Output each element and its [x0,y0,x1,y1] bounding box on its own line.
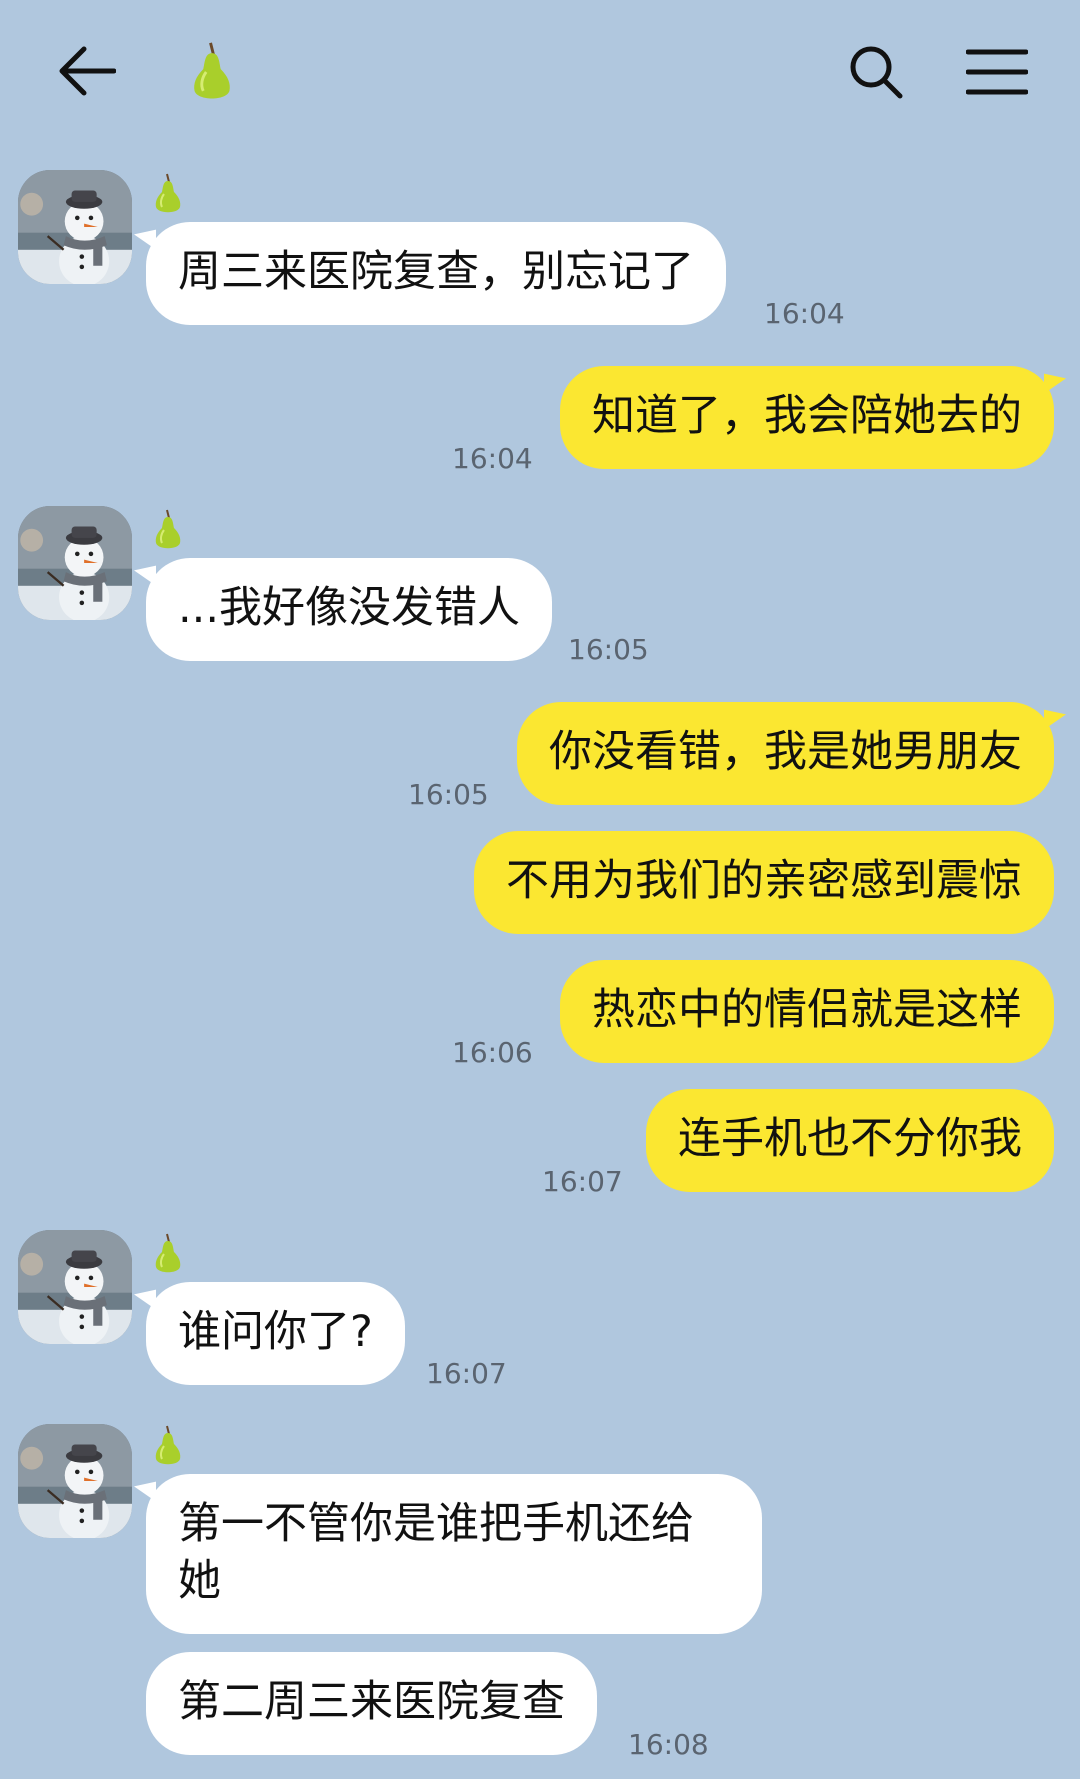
message-text: 谁问你了? [178,1307,373,1357]
message-bubble[interactable]: 你没看错，我是她男朋友 [517,702,1054,805]
message-text: 连手机也不分你我 [678,1114,1022,1164]
pear-icon [152,1424,184,1468]
arrow-left-icon[interactable] [58,45,116,97]
message-bubble[interactable]: 热恋中的情侣就是这样 [560,960,1054,1063]
message-text: 你没看错，我是她男朋友 [549,727,1022,777]
message-bubble[interactable]: 谁问你了? [146,1282,405,1385]
message-time: 16:08 [628,1728,709,1761]
top-bar [0,0,1080,150]
message-bubble[interactable]: 知道了，我会陪她去的 [560,366,1054,469]
message-time: 16:07 [542,1165,623,1198]
message-bubble[interactable]: 第二周三来医院复查 [146,1652,597,1755]
message-text: 知道了，我会陪她去的 [592,391,1022,441]
message-text: 第二周三来医院复查 [178,1677,565,1727]
pear-icon [152,508,184,552]
message-text: ...我好像没发错人 [178,583,521,633]
message-bubble[interactable]: 周三来医院复查，别忘记了 [146,222,726,325]
message-time: 16:05 [568,633,649,666]
message-bubble[interactable]: ...我好像没发错人 [146,558,553,661]
message-time: 16:04 [764,297,845,330]
message-bubble[interactable]: 不用为我们的亲密感到震惊 [474,831,1054,934]
message-time: 16:04 [452,442,533,475]
hamburger-menu-icon[interactable] [966,48,1028,96]
avatar[interactable] [18,506,132,620]
message-text: 不用为我们的亲密感到震惊 [506,856,1022,906]
avatar[interactable] [18,1424,132,1538]
message-time: 16:06 [452,1036,533,1069]
search-icon[interactable] [848,44,904,100]
pear-icon [152,1232,184,1276]
message-bubble[interactable]: 第一不管你是谁把手机还给她 [146,1474,762,1634]
avatar[interactable] [18,1230,132,1344]
message-bubble[interactable]: 连手机也不分你我 [646,1089,1054,1192]
pear-icon [152,172,184,216]
message-text: 周三来医院复查，别忘记了 [178,247,694,297]
avatar[interactable] [18,170,132,284]
message-text: 热恋中的情侣就是这样 [592,985,1022,1035]
pear-icon [188,40,236,104]
message-text: 第一不管你是谁把手机还给她 [178,1499,694,1606]
message-time: 16:05 [408,778,489,811]
message-time: 16:07 [426,1357,507,1390]
